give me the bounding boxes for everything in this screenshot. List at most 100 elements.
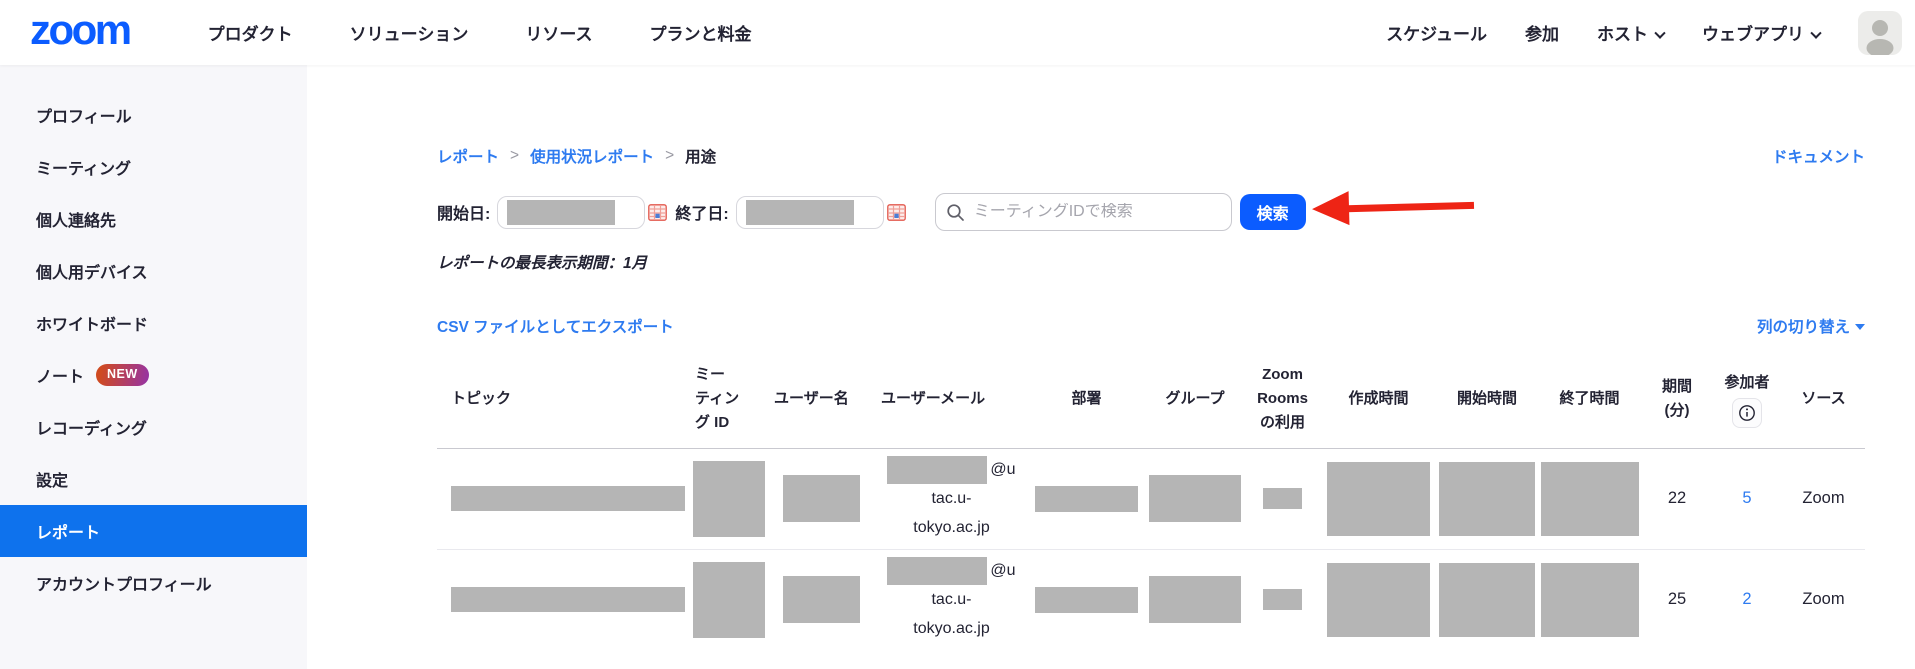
documentation-link[interactable]: ドキュメント <box>1772 145 1865 167</box>
duration-value: 25 <box>1642 549 1712 650</box>
avatar[interactable] <box>1858 11 1902 55</box>
redacted-zoom-rooms <box>1263 589 1302 610</box>
col-header-group: グループ <box>1145 351 1245 448</box>
redacted-department <box>1035 587 1138 613</box>
sidebar-item-meetings[interactable]: ミーティング <box>0 141 307 193</box>
nav-schedule[interactable]: スケジュール <box>1386 20 1487 45</box>
redacted-department <box>1035 486 1138 512</box>
col-header-creation-time: 作成時間 <box>1320 351 1437 448</box>
col-header-topic: トピック <box>437 351 690 448</box>
export-csv-link[interactable]: CSV ファイルとしてエクスポート <box>437 315 674 337</box>
sidebar-item-reports[interactable]: レポート <box>0 505 307 557</box>
col-header-meeting-id: ミーティング ID <box>690 351 768 448</box>
search-icon <box>946 203 965 222</box>
primary-nav: プロダクト ソリューション リソース プランと料金 <box>208 20 752 45</box>
meeting-id-search-input[interactable] <box>974 203 1221 221</box>
breadcrumb: レポート > 使用状況レポート > 用途 <box>437 145 716 167</box>
start-date-label: 開始日: <box>437 200 490 224</box>
col-header-source: ソース <box>1782 351 1865 448</box>
arrow-tail <box>1342 201 1474 211</box>
col-header-start-time: 開始時間 <box>1437 351 1537 448</box>
sidebar-item-settings[interactable]: 設定 <box>0 453 307 505</box>
filter-bar: 開始日: 終了日: <box>437 193 1865 231</box>
nav-resources[interactable]: リソース <box>525 20 592 45</box>
source-value: Zoom <box>1782 448 1865 549</box>
calendar-icon[interactable] <box>887 203 906 221</box>
nav-host[interactable]: ホスト <box>1597 20 1664 45</box>
redacted-meeting-id <box>693 562 765 638</box>
participants-count-link[interactable]: 5 <box>1742 489 1751 507</box>
table-row: @u tac.u- tokyo.ac.jp 22 5 Zoom <box>437 448 1865 549</box>
redacted-topic <box>451 486 685 511</box>
sidebar: プロフィール ミーティング 個人連絡先 個人用デバイス ホワイトボード ノート … <box>0 65 307 669</box>
redacted-email-prefix <box>887 557 987 585</box>
table-row: @u tac.u- tokyo.ac.jp 25 2 Zoom <box>437 549 1865 650</box>
breadcrumb-reports-link[interactable]: レポート <box>437 145 499 167</box>
triangle-down-icon <box>1855 324 1865 330</box>
duration-value: 22 <box>1642 448 1712 549</box>
nav-products[interactable]: プロダクト <box>208 20 293 45</box>
report-period-note: レポートの最長表示期間：1月 <box>437 251 1865 273</box>
sidebar-item-personal-contacts[interactable]: 個人連絡先 <box>0 193 307 245</box>
zoom-logo[interactable]: zoom <box>30 9 130 57</box>
meeting-id-search-box <box>935 193 1232 231</box>
sidebar-item-personal-devices[interactable]: 個人用デバイス <box>0 245 307 297</box>
breadcrumb-separator: > <box>510 147 519 165</box>
breadcrumb-current: 用途 <box>685 145 716 167</box>
account-nav: スケジュール 参加 ホスト ウェブアプリ <box>1386 11 1902 55</box>
source-value: Zoom <box>1782 549 1865 650</box>
redacted-group <box>1149 475 1241 522</box>
col-header-participants: 参加者 <box>1712 351 1782 448</box>
col-header-user-name: ユーザー名 <box>768 351 875 448</box>
sidebar-item-notes[interactable]: ノート NEW <box>0 349 307 401</box>
nav-web-app[interactable]: ウェブアプリ <box>1702 20 1820 45</box>
info-icon[interactable] <box>1732 398 1762 428</box>
annotation-arrow <box>1312 188 1475 226</box>
redacted-user-name <box>783 576 860 623</box>
main-content: レポート > 使用状況レポート > 用途 ドキュメント 開始日: 終了日: <box>307 65 1915 669</box>
top-navigation: zoom プロダクト ソリューション リソース プランと料金 スケジュール 参加… <box>0 0 1915 65</box>
breadcrumb-usage-reports-link[interactable]: 使用状況レポート <box>530 145 654 167</box>
redacted-start-time <box>1439 462 1535 536</box>
redacted-group <box>1149 576 1241 623</box>
col-header-duration: 期間 (分) <box>1642 351 1712 448</box>
end-date-label: 終了日: <box>675 200 728 224</box>
col-header-end-time: 終了時間 <box>1537 351 1642 448</box>
usage-report-table: トピック ミーティング ID ユーザー名 ユーザーメール 部署 グループ Zoo… <box>437 351 1865 650</box>
redacted-start-time <box>1439 563 1535 637</box>
col-header-zoom-rooms: Zoom Rooms の利用 <box>1245 351 1320 448</box>
start-date-input[interactable] <box>497 196 645 229</box>
nav-plans-pricing[interactable]: プランと料金 <box>649 20 751 45</box>
breadcrumb-separator: > <box>665 147 674 165</box>
redacted-meeting-id <box>693 461 765 537</box>
end-date-input[interactable] <box>736 196 884 229</box>
redacted-user-name <box>783 475 860 522</box>
user-email-cell: @u tac.u- tokyo.ac.jp <box>875 549 1028 650</box>
redacted-end-time <box>1541 462 1639 536</box>
calendar-icon[interactable] <box>648 203 667 221</box>
sidebar-item-whiteboard[interactable]: ホワイトボード <box>0 297 307 349</box>
sidebar-item-recordings[interactable]: レコーディング <box>0 401 307 453</box>
search-button[interactable]: 検索 <box>1240 194 1306 230</box>
redacted-end-time <box>1541 563 1639 637</box>
redacted-topic <box>451 587 685 612</box>
redacted-zoom-rooms <box>1263 488 1302 509</box>
user-email-cell: @u tac.u- tokyo.ac.jp <box>875 448 1028 549</box>
participants-count-link[interactable]: 2 <box>1742 590 1751 608</box>
nav-join[interactable]: 参加 <box>1525 20 1559 45</box>
redacted-start-date <box>507 200 615 225</box>
sidebar-item-account-profile[interactable]: アカウントプロフィール <box>0 557 307 609</box>
toggle-columns-link[interactable]: 列の切り替え <box>1757 315 1865 337</box>
redacted-creation-time <box>1327 563 1430 637</box>
chevron-down-icon <box>1810 28 1821 39</box>
redacted-creation-time <box>1327 462 1430 536</box>
chevron-down-icon <box>1654 28 1665 39</box>
new-badge: NEW <box>96 364 149 386</box>
redacted-email-prefix <box>887 456 987 484</box>
sidebar-item-profile[interactable]: プロフィール <box>0 89 307 141</box>
col-header-department: 部署 <box>1028 351 1145 448</box>
redacted-end-date <box>746 200 854 225</box>
col-header-user-email: ユーザーメール <box>875 351 1028 448</box>
table-header-row: トピック ミーティング ID ユーザー名 ユーザーメール 部署 グループ Zoo… <box>437 351 1865 448</box>
nav-solutions[interactable]: ソリューション <box>350 20 469 45</box>
